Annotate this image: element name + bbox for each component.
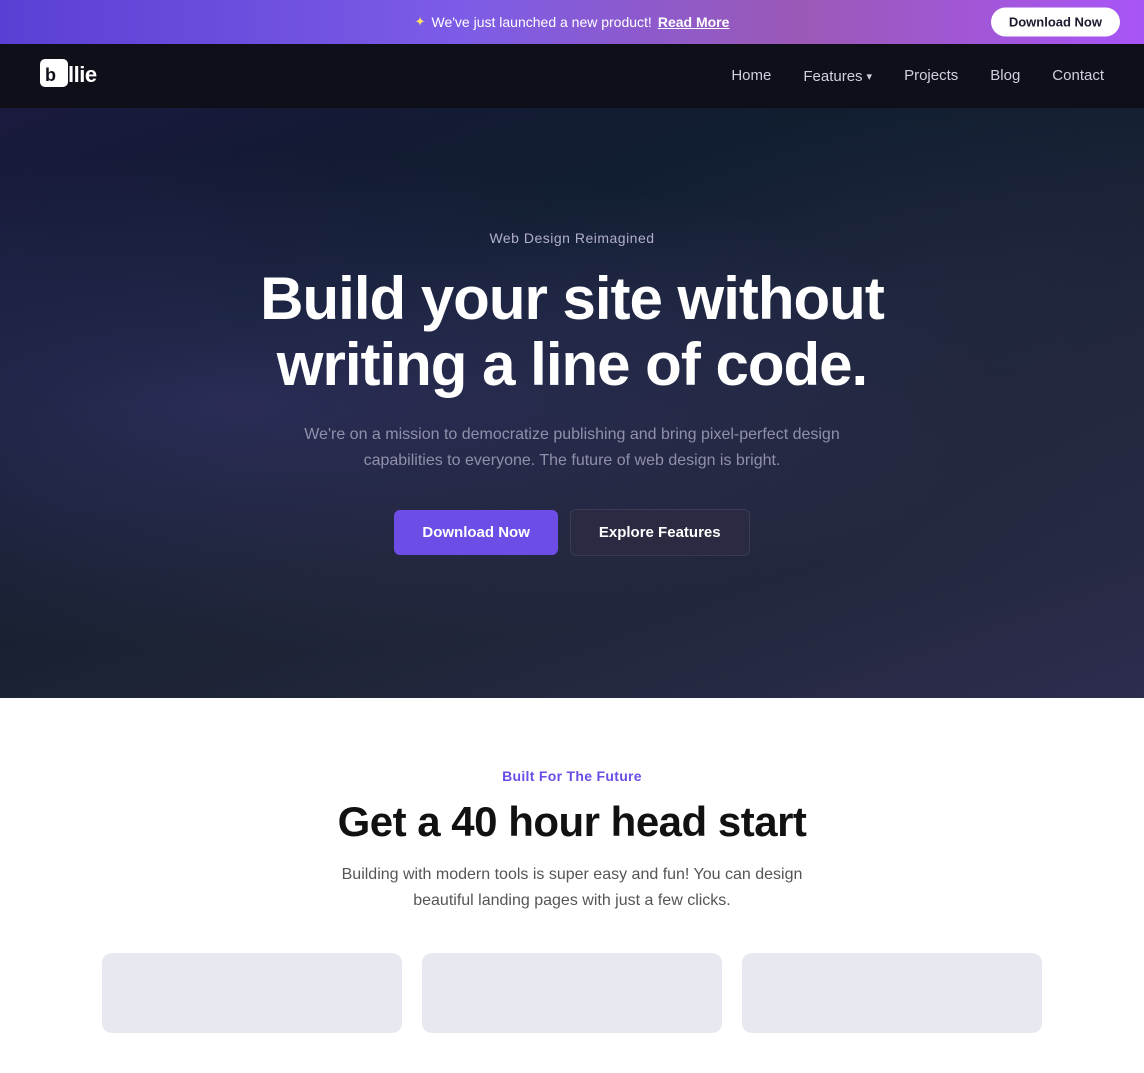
nav-links: Home Features ▾ Projects Blog Contact <box>731 67 1104 85</box>
hero-buttons: Download Now Explore Features <box>260 509 884 556</box>
announcement-link[interactable]: Read More <box>658 14 730 30</box>
announcement-download-button[interactable]: Download Now <box>991 8 1120 37</box>
hero-title: Build your site without writing a line o… <box>260 266 884 398</box>
logo-text: b llie <box>40 55 140 97</box>
feature-card-2 <box>422 953 722 1033</box>
feature-cards-row <box>40 953 1104 1033</box>
nav-home[interactable]: Home <box>731 67 771 84</box>
star-icon: ✦ <box>415 14 426 30</box>
feature-card-1 <box>102 953 402 1033</box>
announcement-text: We've just launched a new product! <box>432 14 652 30</box>
logo[interactable]: b llie <box>40 55 140 97</box>
nav-features[interactable]: Features <box>803 68 862 85</box>
nav-projects[interactable]: Projects <box>904 67 958 84</box>
navbar: b llie Home Features ▾ Projects Blog Con… <box>0 44 1144 108</box>
hero-download-button[interactable]: Download Now <box>394 510 558 555</box>
hero-subtitle: Web Design Reimagined <box>260 230 884 246</box>
section-label: Built For The Future <box>40 768 1104 784</box>
nav-contact[interactable]: Contact <box>1052 67 1104 84</box>
svg-text:b: b <box>45 65 56 85</box>
section-title: Get a 40 hour head start <box>40 798 1104 846</box>
hero-description: We're on a mission to democratize publis… <box>292 422 852 473</box>
hero-explore-button[interactable]: Explore Features <box>570 509 750 556</box>
features-section: Built For The Future Get a 40 hour head … <box>0 698 1144 1073</box>
chevron-down-icon: ▾ <box>867 70 873 83</box>
nav-blog[interactable]: Blog <box>990 67 1020 84</box>
hero-section: Web Design Reimagined Build your site wi… <box>0 108 1144 698</box>
hero-content: Web Design Reimagined Build your site wi… <box>260 230 884 556</box>
svg-text:llie: llie <box>68 62 97 87</box>
section-description: Building with modern tools is super easy… <box>322 862 822 913</box>
feature-card-3 <box>742 953 1042 1033</box>
announcement-bar: ✦ We've just launched a new product! Rea… <box>0 0 1144 44</box>
